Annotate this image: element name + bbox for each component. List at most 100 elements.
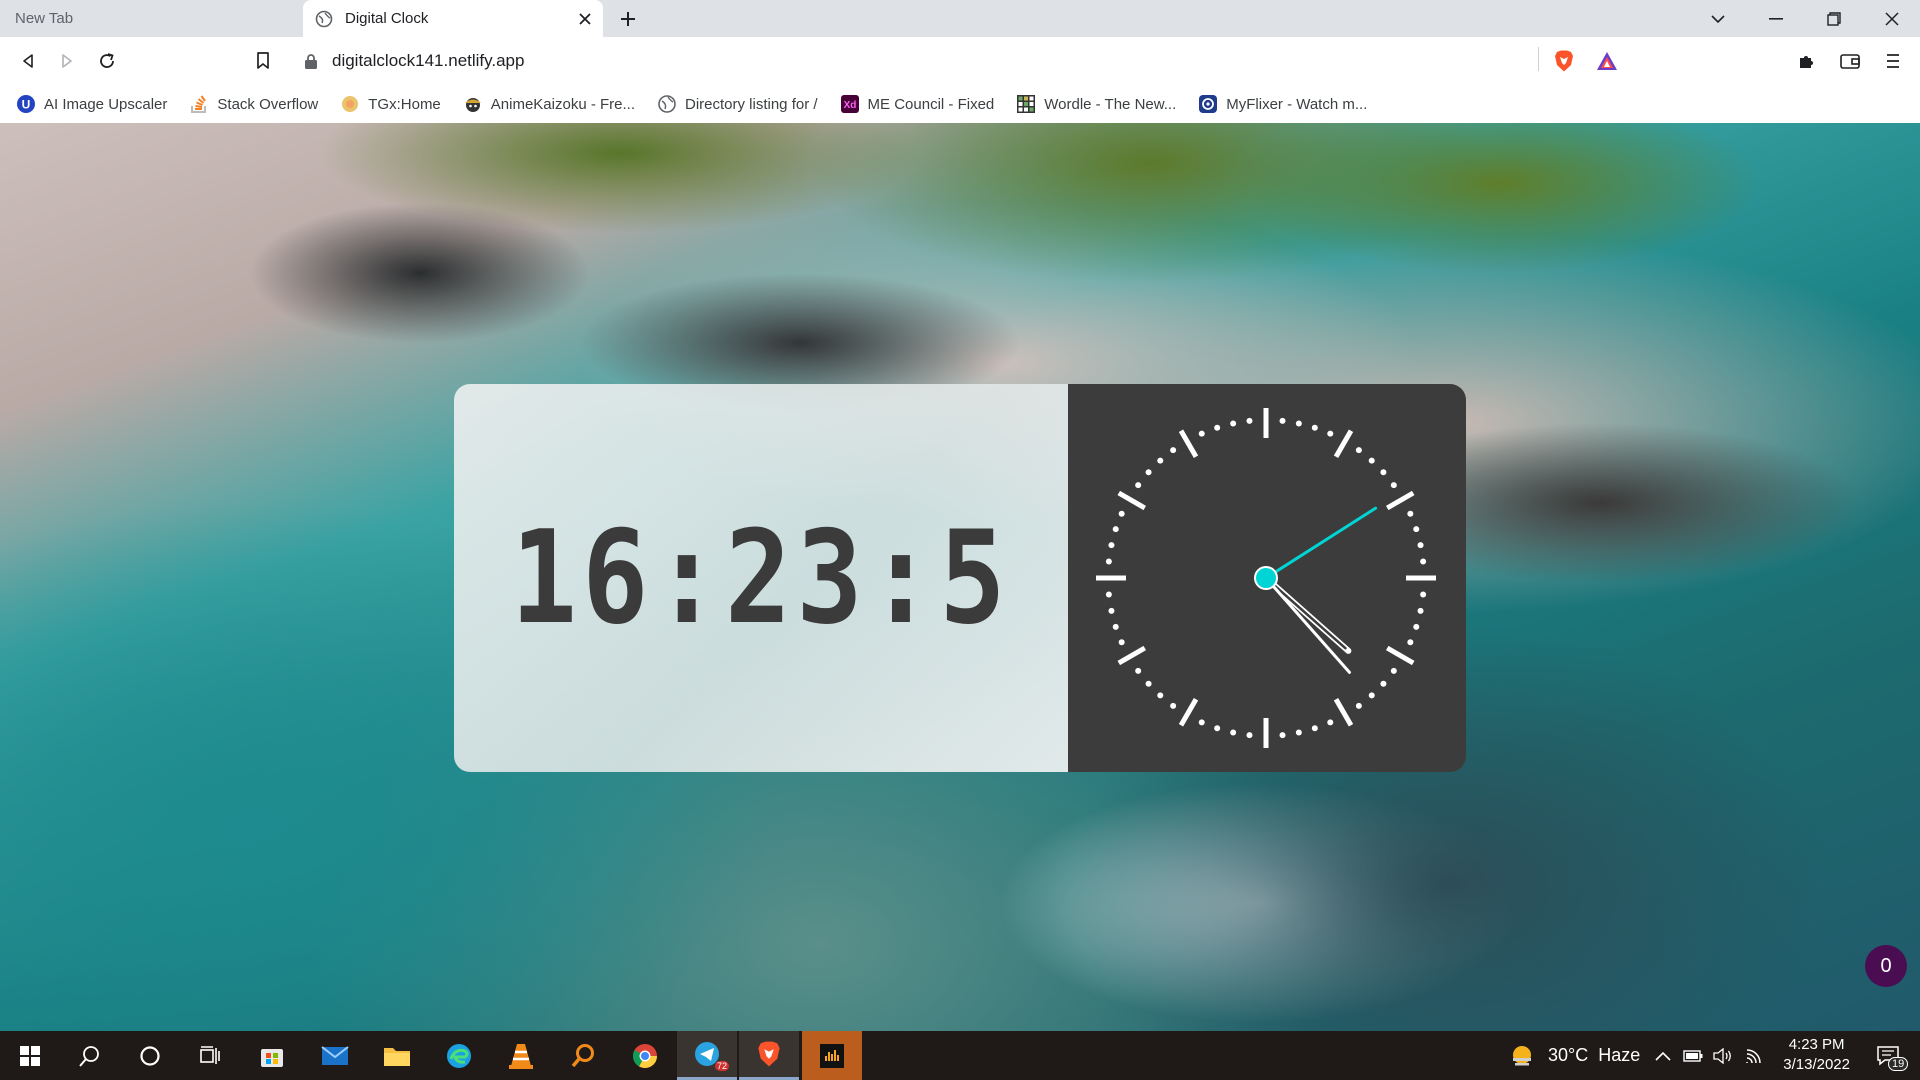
mail-icon bbox=[321, 1045, 349, 1065]
bookmark-me-council[interactable]: Xd ME Council - Fixed bbox=[840, 94, 994, 114]
windows-taskbar: 72 30°C Haze 4:23 PM 3/13/2022 19 bbox=[0, 1031, 1920, 1080]
bookmark-ai-image-upscaler[interactable]: U AI Image Upscaler bbox=[16, 94, 167, 114]
edge-icon bbox=[447, 1043, 471, 1068]
edge-button[interactable] bbox=[429, 1031, 489, 1080]
search-button[interactable] bbox=[60, 1031, 120, 1080]
minute-dot bbox=[1246, 417, 1253, 424]
notification-count-button[interactable]: 0 bbox=[1865, 945, 1907, 987]
wallet-icon bbox=[1840, 54, 1860, 69]
wifi-icon bbox=[1746, 1048, 1761, 1063]
rewards-triangle-icon bbox=[1597, 52, 1617, 70]
bookmark-tgx-home[interactable]: TGx:Home bbox=[340, 94, 441, 114]
myflixer-icon bbox=[1198, 94, 1218, 114]
forward-button[interactable] bbox=[53, 47, 81, 75]
microsoft-store-button[interactable] bbox=[242, 1031, 302, 1080]
minimize-icon bbox=[1769, 17, 1783, 20]
minute-dot bbox=[1108, 542, 1115, 549]
svg-text:U: U bbox=[22, 98, 31, 112]
volume-button[interactable] bbox=[1710, 1031, 1736, 1080]
back-button[interactable] bbox=[14, 47, 42, 75]
system-clock[interactable]: 4:23 PM 3/13/2022 bbox=[1783, 1035, 1850, 1075]
chrome-button[interactable] bbox=[615, 1031, 675, 1080]
close-icon bbox=[1885, 11, 1899, 26]
bookmark-button[interactable] bbox=[249, 47, 277, 75]
minute-dot bbox=[1413, 623, 1420, 630]
center-cap bbox=[1254, 566, 1278, 590]
bookmark-stack-overflow[interactable]: Stack Overflow bbox=[189, 94, 318, 114]
system-time: 4:23 PM bbox=[1788, 1036, 1845, 1053]
mail-button[interactable] bbox=[305, 1031, 365, 1080]
brave-lion-icon bbox=[758, 1041, 780, 1067]
browser-toolbar: digitalclock141.netlify.app bbox=[0, 37, 1920, 85]
minimize-button[interactable] bbox=[1748, 0, 1804, 37]
minute-dot bbox=[1295, 420, 1302, 427]
bookmark-animekaizoku[interactable]: AnimeKaizoku - Fre... bbox=[463, 94, 635, 114]
bookmark-icon bbox=[257, 52, 269, 69]
address-bar[interactable]: digitalclock141.netlify.app bbox=[294, 42, 1630, 80]
puzzle-icon bbox=[1800, 56, 1813, 68]
windows-icon bbox=[20, 1045, 40, 1066]
cortana-circle-icon bbox=[140, 1045, 160, 1066]
minute-dot bbox=[1230, 729, 1237, 736]
close-window-button[interactable] bbox=[1864, 0, 1920, 37]
restore-button[interactable] bbox=[1806, 0, 1862, 37]
bookmark-myflixer[interactable]: MyFlixer - Watch m... bbox=[1198, 94, 1367, 114]
url-text: digitalclock141.netlify.app bbox=[332, 51, 525, 70]
battery-button[interactable] bbox=[1680, 1031, 1706, 1080]
sun-haze-icon bbox=[1513, 1046, 1531, 1066]
minute-dot bbox=[1157, 457, 1164, 464]
minute-dot bbox=[1407, 510, 1414, 517]
minute-dot bbox=[1355, 447, 1362, 454]
brave-browser-button[interactable] bbox=[739, 1031, 799, 1080]
bookmarks-bar: U AI Image Upscaler Stack Overflow TGx:H… bbox=[0, 85, 1920, 123]
minute-dot bbox=[1145, 469, 1152, 476]
audio-app-button[interactable] bbox=[802, 1031, 862, 1080]
show-hidden-icons-button[interactable] bbox=[1650, 1031, 1676, 1080]
minute-dot bbox=[1295, 729, 1302, 736]
wordle-icon bbox=[1016, 94, 1036, 114]
telegram-button[interactable]: 72 bbox=[677, 1031, 737, 1080]
new-tab-button[interactable] bbox=[614, 6, 642, 32]
wallet-button[interactable] bbox=[1836, 47, 1864, 75]
tab-strip: New Tab Digital Clock bbox=[0, 0, 1920, 37]
bookmark-wordle[interactable]: Wordle - The New... bbox=[1016, 94, 1176, 114]
minute-dot bbox=[1311, 725, 1318, 732]
file-explorer-button[interactable] bbox=[367, 1031, 427, 1080]
stackoverflow-icon bbox=[189, 94, 209, 114]
wifi-button[interactable] bbox=[1742, 1031, 1768, 1080]
bookmark-directory-listing[interactable]: Directory listing for / bbox=[657, 94, 818, 114]
brave-shields-button[interactable] bbox=[1550, 47, 1578, 75]
minute-dot bbox=[1118, 510, 1125, 517]
action-center-button[interactable]: 19 bbox=[1858, 1031, 1918, 1080]
back-icon bbox=[23, 54, 33, 68]
page-content: 16:23:5 0 bbox=[0, 123, 1920, 1031]
hour-tick bbox=[1385, 490, 1415, 511]
cortana-button[interactable] bbox=[120, 1031, 180, 1080]
close-tab-button[interactable] bbox=[575, 9, 595, 29]
start-button[interactable] bbox=[0, 1031, 60, 1080]
tab-search-button[interactable] bbox=[1690, 0, 1746, 37]
telegram-badge: 72 bbox=[715, 1061, 730, 1071]
address-divider bbox=[1538, 47, 1539, 71]
minute-dot bbox=[1420, 591, 1427, 598]
tab-digital-clock[interactable]: Digital Clock bbox=[303, 0, 603, 37]
tab-new-tab[interactable]: New Tab bbox=[0, 0, 300, 37]
reload-button[interactable] bbox=[93, 47, 121, 75]
vlc-button[interactable] bbox=[491, 1031, 551, 1080]
minute-dot bbox=[1170, 702, 1177, 709]
minute-dot bbox=[1170, 447, 1177, 454]
reload-icon bbox=[100, 53, 114, 68]
minute-dot bbox=[1105, 591, 1112, 598]
menu-button[interactable] bbox=[1879, 47, 1907, 75]
minute-dot bbox=[1279, 732, 1286, 739]
extensions-button[interactable] bbox=[1793, 47, 1821, 75]
minute-dot bbox=[1135, 482, 1142, 489]
minute-dot bbox=[1214, 725, 1221, 732]
orange-magnifier-icon bbox=[571, 1043, 594, 1067]
task-view-button[interactable] bbox=[180, 1031, 240, 1080]
hour-tick bbox=[1385, 645, 1415, 666]
search-everything-button[interactable] bbox=[553, 1031, 613, 1080]
minute-dot bbox=[1355, 702, 1362, 709]
minute-dot bbox=[1112, 623, 1119, 630]
brave-rewards-button[interactable] bbox=[1593, 47, 1621, 75]
